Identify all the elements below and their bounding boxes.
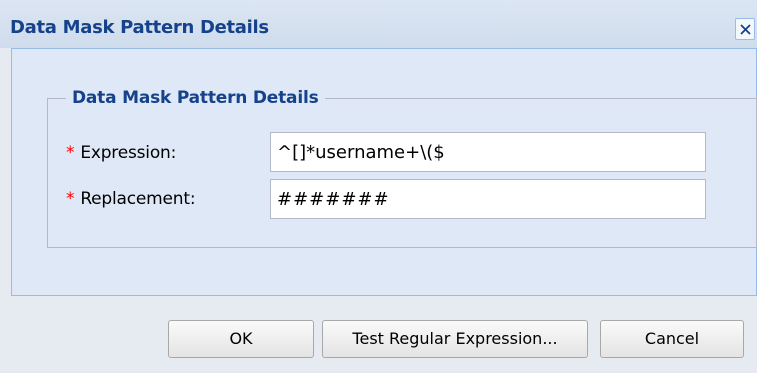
fieldset-frame [47,98,757,248]
expression-label-text: Expression: [80,143,177,163]
expression-input[interactable] [270,132,706,172]
close-icon [740,24,751,35]
test-regex-button[interactable]: Test Regular Expression... [322,320,588,358]
expression-label: * Expression: [66,143,176,163]
dialog-titlebar[interactable]: Data Mask Pattern Details [0,0,757,48]
close-button[interactable] [735,18,755,40]
required-marker: * [66,189,75,209]
replacement-label: * Replacement: [66,189,196,209]
required-marker: * [66,143,75,163]
replacement-input[interactable] [270,179,706,219]
fieldset-legend: Data Mask Pattern Details [66,88,325,108]
cancel-button[interactable]: Cancel [600,320,744,358]
ok-button[interactable]: OK [168,320,314,358]
data-mask-pattern-dialog: Data Mask Pattern Details Data Mask Patt… [0,0,757,373]
dialog-title: Data Mask Pattern Details [10,17,269,38]
replacement-label-text: Replacement: [80,189,196,209]
